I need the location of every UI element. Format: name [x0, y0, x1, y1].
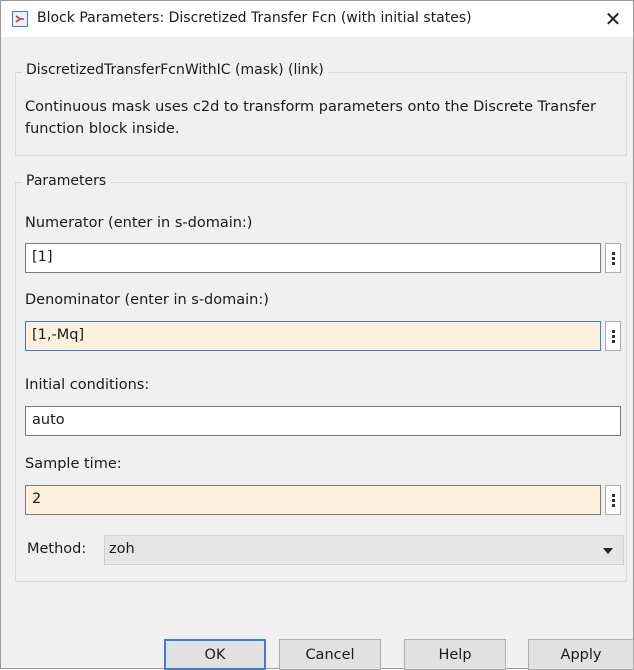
help-button[interactable]: Help	[404, 639, 506, 670]
numerator-field[interactable]: [1]	[25, 243, 601, 273]
apply-button[interactable]: Apply	[528, 639, 634, 670]
method-value: zoh	[109, 541, 135, 557]
denominator-label: Denominator (enter in s-domain:)	[25, 292, 269, 308]
mask-group-legend: DiscretizedTransferFcnWithIC (mask) (lin…	[22, 62, 328, 78]
block-parameters-dialog: Block Parameters: Discretized Transfer F…	[0, 0, 634, 670]
sample-time-field[interactable]: 2	[25, 485, 601, 515]
chevron-down-icon	[603, 548, 613, 554]
ok-button[interactable]: OK	[164, 639, 266, 670]
sample-time-label: Sample time:	[25, 456, 122, 472]
method-select[interactable]: zoh	[104, 535, 624, 565]
numerator-label: Numerator (enter in s-domain:)	[25, 215, 253, 231]
method-label: Method:	[27, 541, 87, 557]
initial-conditions-label: Initial conditions:	[25, 377, 150, 393]
sample-time-options-button[interactable]	[605, 485, 621, 515]
initial-conditions-field[interactable]: auto	[25, 406, 621, 436]
parameters-group-legend: Parameters	[22, 173, 111, 189]
numerator-options-button[interactable]	[605, 243, 621, 273]
window-title: Block Parameters: Discretized Transfer F…	[37, 10, 472, 26]
simulink-block-icon	[12, 11, 28, 27]
mask-description: Continuous mask uses c2d to transform pa…	[25, 99, 596, 137]
title-bar: Block Parameters: Discretized Transfer F…	[1, 1, 633, 37]
denominator-field[interactable]: [1,-Mq]	[25, 321, 601, 351]
more-vertical-icon	[611, 251, 615, 255]
more-vertical-icon	[611, 493, 615, 497]
cancel-button[interactable]: Cancel	[279, 639, 381, 670]
more-vertical-icon	[611, 329, 615, 333]
denominator-options-button[interactable]	[605, 321, 621, 351]
close-icon[interactable]: ✕	[593, 1, 633, 37]
